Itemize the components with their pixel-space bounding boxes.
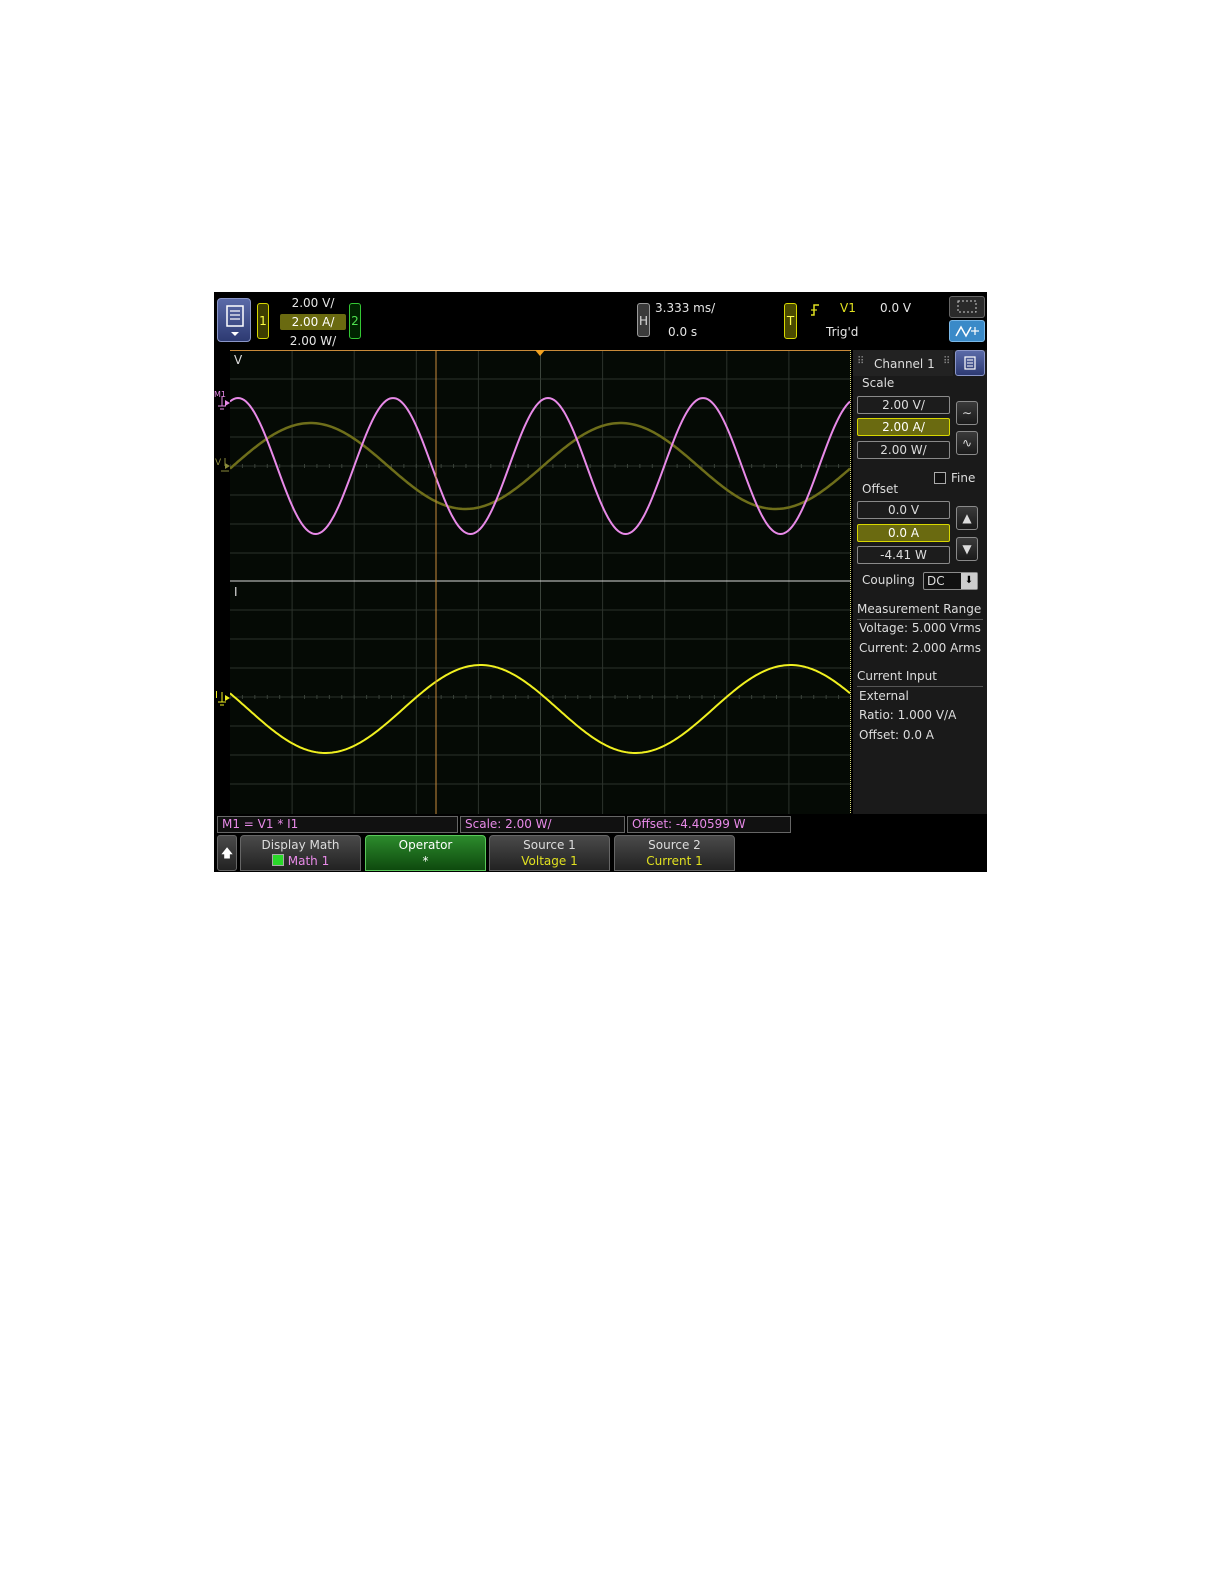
menu-icon bbox=[226, 305, 244, 336]
horizontal-button[interactable]: H bbox=[637, 303, 650, 337]
channel1-button[interactable]: 1 bbox=[257, 303, 269, 339]
sidebar-menu-button[interactable] bbox=[955, 350, 985, 376]
fine-label: Fine bbox=[951, 471, 976, 485]
checkbox-checked-icon bbox=[271, 854, 284, 866]
softkey-value-text: Math 1 bbox=[287, 854, 330, 868]
back-button[interactable]: 🡅 bbox=[217, 835, 237, 871]
sine-icon: ∼ bbox=[961, 406, 973, 420]
math-formula-status: M1 = V1 * I1 bbox=[217, 816, 458, 833]
zoom-box-icon bbox=[957, 300, 977, 313]
measurement-range-heading: Measurement Range bbox=[857, 602, 982, 616]
divider bbox=[857, 686, 983, 687]
arrow-up-icon: 🡅 bbox=[220, 846, 234, 860]
sidebar-title: Channel 1 bbox=[874, 357, 935, 371]
trigger-status: Trig'd bbox=[826, 325, 859, 339]
softkey-display-math[interactable]: Display Math Math 1 bbox=[240, 835, 361, 871]
softkey-title: Source 2 bbox=[648, 838, 701, 852]
rising-edge-icon bbox=[811, 304, 819, 316]
timebase-value: 3.333 ms/ bbox=[655, 301, 716, 315]
m1-ground-marker-icon[interactable] bbox=[217, 396, 231, 414]
scale-knob-button[interactable]: ∼ bbox=[956, 401, 978, 425]
softkey-source2[interactable]: Source 2 Current 1 bbox=[614, 835, 735, 871]
softkey-value: Voltage 1 bbox=[521, 854, 578, 868]
current-range-text: Current: 2.000 Arms bbox=[859, 641, 981, 655]
oscilloscope-screen: 1 2.00 V/ 2.00 A/ 2.00 W/ 2 H 3.333 ms/ … bbox=[214, 292, 987, 872]
touch-trigger-button[interactable] bbox=[949, 320, 985, 342]
voltage-scale-field[interactable]: 2.00 V/ bbox=[857, 396, 950, 414]
current-input-type: External bbox=[859, 689, 909, 703]
softkey-title: Source 1 bbox=[523, 838, 576, 852]
drag-grip-icon[interactable]: ⠿ bbox=[857, 356, 864, 367]
trigger-source: V1 bbox=[840, 301, 856, 315]
power-offset-field[interactable]: -4.41 W bbox=[857, 546, 950, 564]
upper-pane-label: V bbox=[234, 353, 243, 367]
channel2-button[interactable]: 2 bbox=[349, 303, 361, 339]
zoom-box-button[interactable] bbox=[949, 296, 985, 318]
current-input-heading: Current Input bbox=[857, 669, 937, 683]
math-scale-status: Scale: 2.00 W/ bbox=[460, 816, 625, 833]
lower-pane-label: I bbox=[234, 585, 238, 599]
softkey-value: Current 1 bbox=[646, 854, 703, 868]
trigger-button[interactable]: T bbox=[784, 303, 797, 339]
power-scale-field[interactable]: 2.00 W/ bbox=[857, 441, 950, 459]
softkey-operator[interactable]: Operator * bbox=[365, 835, 486, 871]
offset-info-text: Offset: 0.0 A bbox=[859, 728, 935, 742]
arrow-down-icon: ▼ bbox=[962, 542, 972, 556]
current-scale: 2.00 A/ bbox=[280, 314, 346, 330]
voltage-ground-marker-icon[interactable] bbox=[217, 458, 231, 476]
offset-up-button[interactable]: ▲ bbox=[956, 506, 978, 530]
delay-value: 0.0 s bbox=[668, 325, 698, 339]
softkey-title: Display Math bbox=[261, 838, 340, 852]
softkey-value: * bbox=[422, 854, 429, 868]
power-scale: 2.00 W/ bbox=[289, 334, 337, 348]
main-menu-button[interactable] bbox=[217, 298, 251, 342]
arrow-up-icon: ▲ bbox=[962, 511, 972, 525]
coupling-value: DC bbox=[927, 574, 945, 588]
current-scale-field[interactable]: 2.00 A/ bbox=[857, 418, 950, 436]
dropdown-arrow-icon: ⬇ bbox=[961, 573, 977, 589]
waveform-touch-icon bbox=[955, 325, 979, 338]
coupling-select[interactable]: DC ⬇ bbox=[923, 572, 978, 590]
offset-heading: Offset bbox=[862, 482, 899, 496]
drag-grip-right-icon[interactable]: ⠿ bbox=[943, 356, 950, 367]
sine-icon: ∿ bbox=[961, 436, 973, 450]
trigger-level: 0.0 V bbox=[880, 301, 912, 315]
voltage-scale: 2.00 V/ bbox=[291, 296, 335, 310]
voltage-range-text: Voltage: 5.000 Vrms bbox=[859, 621, 981, 635]
divider bbox=[857, 619, 983, 620]
sidebar-menu-icon bbox=[964, 356, 976, 370]
current-ground-marker-icon[interactable] bbox=[217, 692, 231, 710]
softkey-source1[interactable]: Source 1 Voltage 1 bbox=[489, 835, 610, 871]
coupling-label: Coupling bbox=[862, 573, 915, 587]
ratio-text: Ratio: 1.000 V/A bbox=[859, 708, 957, 722]
current-offset-field[interactable]: 0.0 A bbox=[857, 524, 950, 542]
math-offset-status: Offset: -4.40599 W bbox=[627, 816, 791, 833]
offset-down-button[interactable]: ▼ bbox=[956, 537, 978, 561]
fine-checkbox[interactable] bbox=[934, 472, 946, 484]
softkey-title: Operator bbox=[398, 838, 453, 852]
voltage-offset-field[interactable]: 0.0 V bbox=[857, 501, 950, 519]
softkey-value: Math 1 bbox=[241, 853, 360, 869]
waveform-display[interactable]: V I bbox=[230, 350, 851, 814]
scale-heading: Scale bbox=[862, 376, 895, 390]
scale-knob-button-2[interactable]: ∿ bbox=[956, 431, 978, 455]
